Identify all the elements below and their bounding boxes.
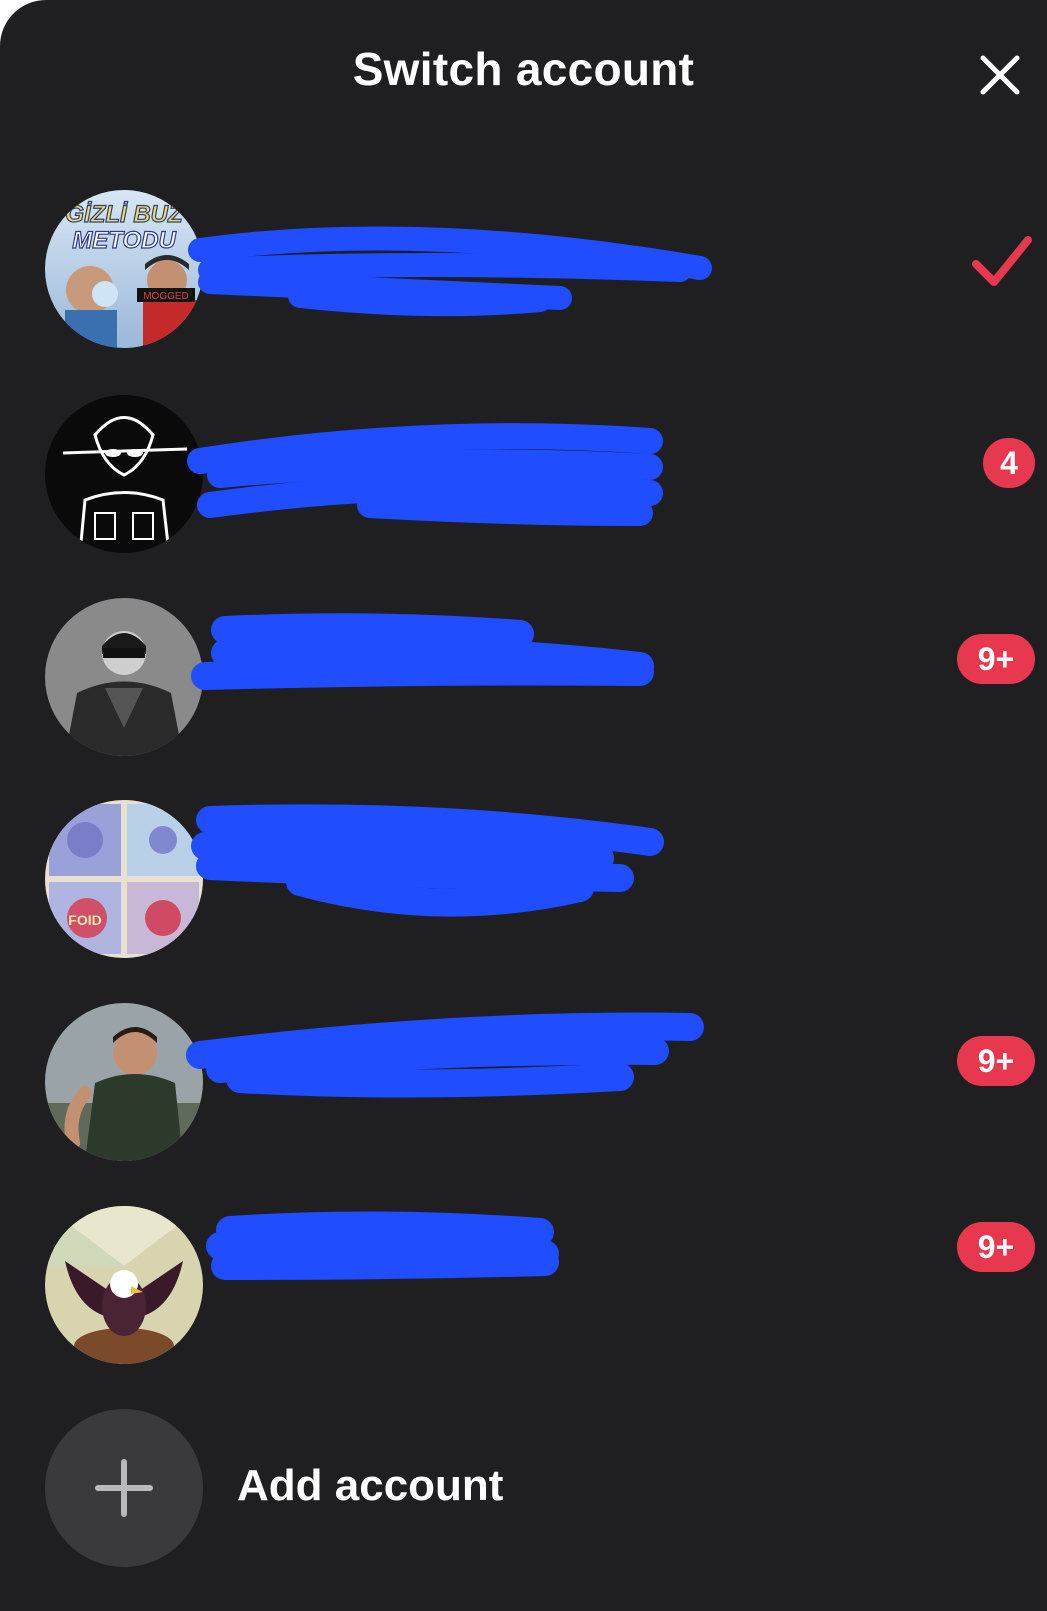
account-row[interactable]: 9+ <box>0 1003 1047 1163</box>
add-account-button[interactable] <box>45 1409 203 1567</box>
add-account-label: Add account <box>237 1461 504 1510</box>
redacted-username <box>188 226 712 317</box>
notification-badge: 9+ <box>957 1222 1035 1272</box>
account-row[interactable]: 4 <box>0 395 1047 555</box>
svg-text:FOID: FOID <box>68 912 101 928</box>
redacted-username <box>191 804 664 917</box>
notification-badge: 9+ <box>957 634 1035 684</box>
close-button[interactable] <box>977 52 1023 98</box>
add-account-row[interactable]: Add account <box>0 1409 1047 1569</box>
notification-badge: 9+ <box>957 1036 1035 1086</box>
account-row[interactable]: FOID <box>0 800 1047 960</box>
close-icon <box>980 55 1020 95</box>
account-row[interactable]: 9+ <box>0 1206 1047 1366</box>
sheet-title: Switch account <box>352 43 695 95</box>
plus-icon <box>95 1459 153 1517</box>
svg-text:METODU: METODU <box>72 227 176 254</box>
redacted-username <box>191 613 654 690</box>
account-row[interactable]: 9+ <box>0 598 1047 758</box>
checkmark-icon <box>972 236 1032 286</box>
redacted-username <box>187 423 663 526</box>
redacted-username <box>206 1211 559 1280</box>
svg-text:GİZLİ BUZ: GİZLİ BUZ <box>65 201 184 228</box>
switch-account-sheet: Switch account GİZLİ BUZ METODU MOGGED 4… <box>0 0 1047 1611</box>
notification-badge: 4 <box>983 438 1035 488</box>
account-row-current[interactable]: GİZLİ BUZ METODU MOGGED <box>0 190 1047 350</box>
redacted-username <box>186 1012 704 1098</box>
